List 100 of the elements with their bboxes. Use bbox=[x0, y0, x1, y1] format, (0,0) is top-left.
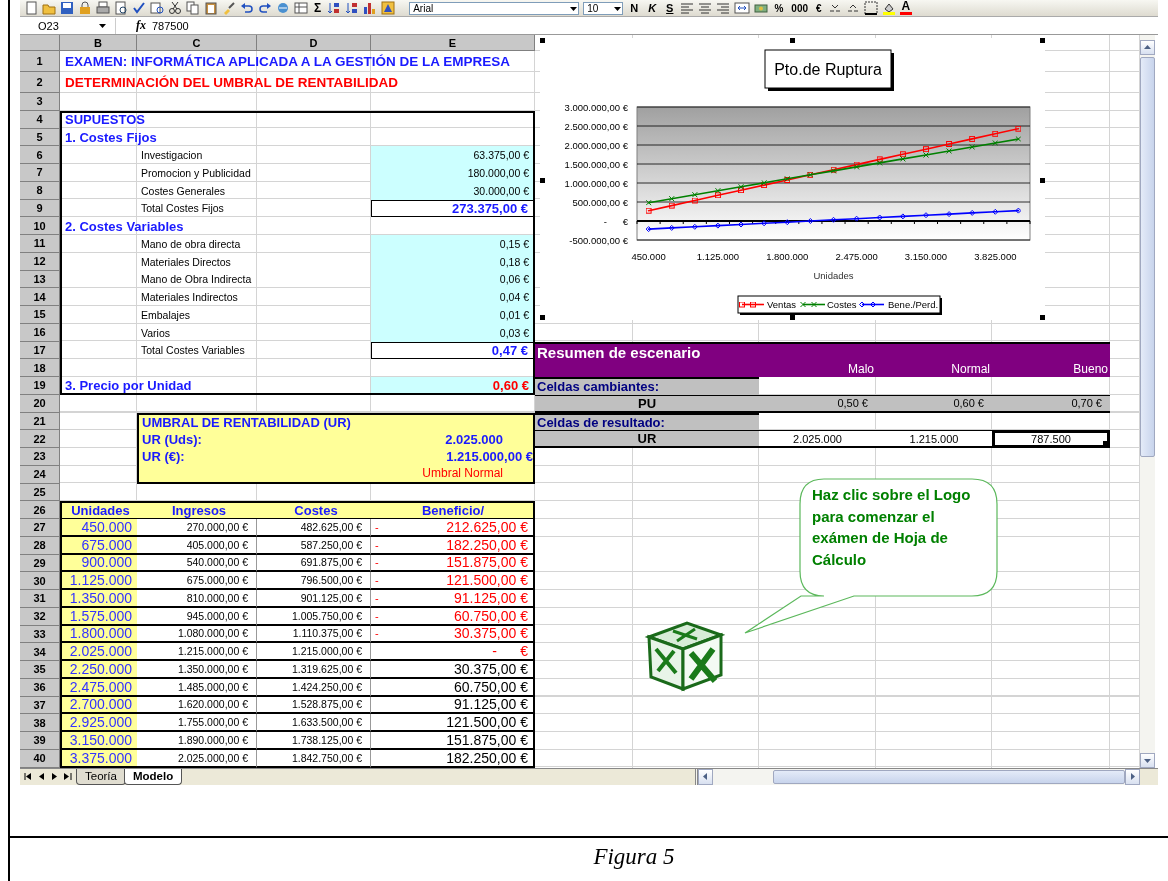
row-number[interactable]: 3 bbox=[20, 93, 60, 111]
check-icon[interactable] bbox=[132, 1, 146, 15]
cell-value: 675.000,00 € bbox=[137, 572, 257, 590]
scroll-right-button[interactable] bbox=[1125, 768, 1140, 785]
font-size-field[interactable]: 10 bbox=[583, 1, 624, 15]
row-number[interactable]: 6 bbox=[20, 146, 60, 164]
first-sheet-icon[interactable] bbox=[24, 772, 33, 781]
fill-color-icon[interactable] bbox=[881, 1, 896, 15]
resize-handle[interactable] bbox=[790, 38, 795, 43]
resize-handle[interactable] bbox=[790, 315, 795, 320]
scenario-column-header: Bueno bbox=[1072, 360, 1109, 377]
resize-handle[interactable] bbox=[540, 178, 545, 183]
units-cell: 2.025.000 bbox=[60, 643, 137, 661]
folder-icon[interactable] bbox=[42, 1, 56, 15]
align-center-icon[interactable] bbox=[698, 1, 713, 15]
scroll-down-button[interactable] bbox=[1140, 752, 1155, 768]
caret-icon[interactable] bbox=[98, 21, 107, 30]
sheet-tab[interactable]: Teoría bbox=[76, 768, 126, 785]
clipboard-icon[interactable] bbox=[204, 1, 218, 15]
row-number[interactable]: 15 bbox=[20, 306, 60, 324]
row-number[interactable]: 7 bbox=[20, 164, 60, 182]
profit-value: 182.250,00 € bbox=[446, 749, 528, 766]
row-number[interactable]: 35 bbox=[20, 661, 60, 679]
new-file-icon[interactable] bbox=[24, 1, 38, 15]
row-number[interactable]: 38 bbox=[20, 714, 60, 732]
scroll-up-button[interactable] bbox=[1140, 40, 1155, 55]
sum-button[interactable]: Σ bbox=[312, 1, 324, 15]
table-icon[interactable] bbox=[294, 1, 308, 15]
cell-value: 1.620.000,00 € bbox=[137, 696, 257, 715]
cell-value: 945.000,00 € bbox=[137, 607, 257, 626]
next-sheet-icon[interactable] bbox=[50, 772, 59, 781]
row-number[interactable]: 2 bbox=[20, 72, 60, 93]
merge-cells-icon[interactable] bbox=[734, 1, 751, 15]
row-number[interactable]: 19 bbox=[20, 377, 60, 395]
row-number[interactable]: 1 bbox=[20, 51, 60, 72]
borders-icon[interactable] bbox=[863, 1, 878, 15]
sort-ascending-icon[interactable] bbox=[327, 1, 342, 15]
cell-label: Mano de Obra Indirecta bbox=[140, 272, 253, 288]
row-number[interactable]: 26 bbox=[20, 501, 60, 519]
row-number[interactable]: 14 bbox=[20, 288, 60, 306]
align-right-icon[interactable] bbox=[716, 1, 731, 15]
style-button[interactable]: K bbox=[645, 2, 660, 14]
redo-icon[interactable] bbox=[258, 1, 272, 15]
preview-icon[interactable] bbox=[114, 1, 128, 15]
row-number[interactable]: 27 bbox=[20, 519, 60, 537]
sheet-title: EXAMEN: INFORMÁTICA APLICADA A LA GESTIÓN DE LA EMPRESA bbox=[64, 53, 511, 71]
column-header[interactable]: E bbox=[371, 35, 535, 51]
scenario-value: 0,70 € bbox=[992, 394, 1110, 413]
scroll-thumb[interactable] bbox=[1140, 57, 1155, 457]
row-number[interactable]: 18 bbox=[20, 359, 60, 377]
drawing-icon[interactable] bbox=[381, 1, 396, 15]
copy-icon[interactable] bbox=[186, 1, 200, 15]
column-header[interactable]: D bbox=[257, 35, 371, 51]
column-header[interactable]: C bbox=[137, 35, 257, 51]
scroll-thumb[interactable] bbox=[773, 769, 1125, 784]
resize-handle[interactable] bbox=[1040, 315, 1045, 320]
align-left-icon[interactable] bbox=[680, 1, 695, 15]
resize-handle[interactable] bbox=[1040, 178, 1045, 183]
scroll-left-button[interactable] bbox=[698, 768, 713, 785]
row-number[interactable]: 39 bbox=[20, 732, 60, 750]
style-button[interactable]: N bbox=[627, 2, 642, 14]
row-number[interactable]: 11 bbox=[20, 235, 60, 253]
profit-value: 60.750,00 € bbox=[454, 678, 528, 695]
research-icon[interactable] bbox=[150, 1, 164, 15]
font-name-field[interactable]: Arial bbox=[409, 1, 580, 15]
axis-label: 2.475.000 bbox=[835, 251, 878, 262]
number-format-button[interactable]: % bbox=[772, 2, 786, 14]
brush-icon[interactable] bbox=[222, 1, 236, 15]
print-icon[interactable] bbox=[96, 1, 110, 15]
style-button[interactable]: S bbox=[663, 2, 677, 14]
row-number[interactable]: 10 bbox=[20, 217, 60, 235]
row-number[interactable]: 23 bbox=[20, 448, 60, 466]
function-label[interactable]: fx bbox=[136, 18, 146, 33]
bar-chart-icon[interactable] bbox=[363, 1, 378, 15]
row-number[interactable]: 34 bbox=[20, 643, 60, 661]
resize-handle[interactable] bbox=[540, 38, 545, 43]
previous-sheet-icon[interactable] bbox=[37, 772, 46, 781]
sheet-tab[interactable]: Modelo bbox=[123, 768, 183, 785]
number-format-button[interactable]: 000 bbox=[789, 2, 811, 14]
resize-handle[interactable] bbox=[1040, 38, 1045, 43]
row-number[interactable]: 30 bbox=[20, 572, 60, 590]
undo-icon[interactable] bbox=[240, 1, 254, 15]
lock-icon[interactable] bbox=[78, 1, 92, 15]
resize-handle[interactable] bbox=[540, 315, 545, 320]
column-header: Ingresos bbox=[170, 503, 228, 519]
cell-value: 1.890.000,00 € bbox=[137, 732, 257, 750]
currency-icon[interactable] bbox=[754, 1, 769, 15]
last-sheet-icon[interactable] bbox=[63, 772, 72, 781]
number-format-button[interactable]: € bbox=[814, 2, 824, 14]
axis-label: 2.500.000,00 € bbox=[564, 120, 628, 132]
axis-label: - € bbox=[603, 215, 628, 227]
save-icon[interactable] bbox=[60, 1, 74, 15]
row-number[interactable]: 31 bbox=[20, 590, 60, 608]
column-header[interactable]: B bbox=[60, 35, 137, 51]
scenario-title: Resumen de escenario bbox=[536, 343, 702, 361]
sort-descending-icon[interactable] bbox=[345, 1, 360, 15]
profit-value: 91.125,00 € bbox=[454, 589, 528, 606]
profit-value: 60.750,00 € bbox=[454, 607, 528, 624]
scissors-icon[interactable] bbox=[168, 1, 182, 15]
row-number[interactable]: 22 bbox=[20, 430, 60, 448]
